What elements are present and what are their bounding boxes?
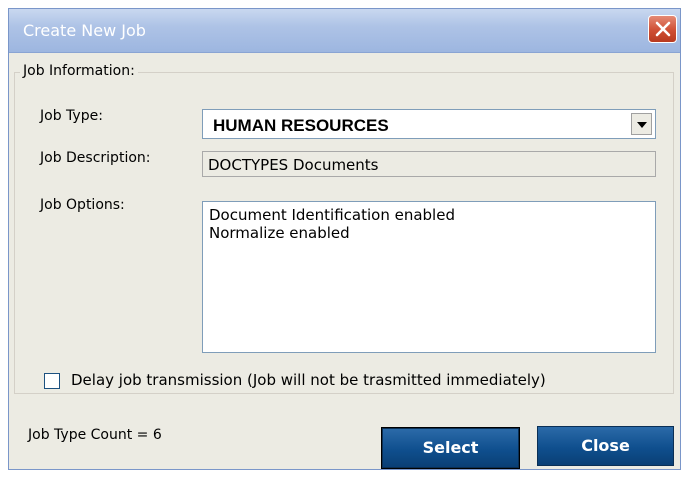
job-description-label: Job Description: (40, 150, 151, 166)
dropdown-arrow-button[interactable] (631, 113, 652, 135)
close-button[interactable]: Close (537, 426, 674, 466)
title-bar: Create New Job (9, 9, 680, 53)
job-description-value: DOCTYPES Documents (208, 156, 379, 174)
job-information-legend: Job Information: (20, 63, 138, 79)
delay-transmission-label[interactable]: Delay job transmission (Job will not be … (71, 371, 546, 389)
chevron-down-icon (637, 122, 647, 128)
job-description-field: DOCTYPES Documents (202, 151, 656, 177)
job-option-line: Document Identification enabled (209, 206, 455, 224)
job-type-select[interactable]: HUMAN RESOURCES (202, 109, 656, 139)
job-type-count: Job Type Count = 6 (28, 427, 162, 443)
job-type-value: HUMAN RESOURCES (213, 116, 389, 135)
job-type-label: Job Type: (40, 108, 103, 124)
job-option-line: Normalize enabled (209, 224, 350, 242)
window-close-button[interactable] (648, 15, 677, 43)
select-button[interactable]: Select (381, 427, 520, 469)
close-icon (655, 21, 671, 37)
window-title: Create New Job (23, 21, 146, 40)
delay-transmission-checkbox[interactable] (44, 373, 60, 389)
job-options-label: Job Options: (40, 197, 125, 213)
job-options-textarea[interactable]: Document Identification enabled Normaliz… (202, 201, 656, 353)
